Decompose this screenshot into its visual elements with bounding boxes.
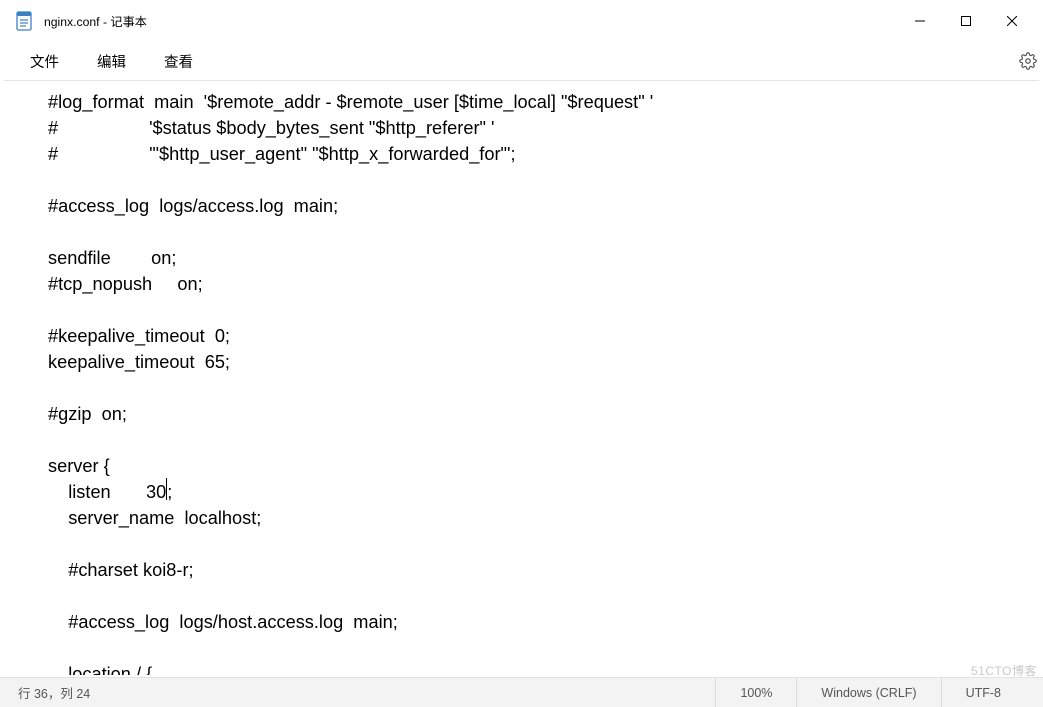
editor-line xyxy=(48,635,1039,661)
notepad-icon xyxy=(16,11,32,31)
editor-line: #access_log logs/access.log main; xyxy=(48,193,1039,219)
editor-line: # '"$http_user_agent" "$http_x_forwarded… xyxy=(48,141,1039,167)
gear-icon[interactable] xyxy=(1017,50,1039,72)
editor-line: #charset koi8-r; xyxy=(48,557,1039,583)
text-editor[interactable]: #log_format main '$remote_addr - $remote… xyxy=(0,81,1043,675)
editor-line: #gzip on; xyxy=(48,401,1039,427)
menu-view[interactable]: 查看 xyxy=(154,45,203,78)
editor-line: server { xyxy=(48,453,1039,479)
editor-line xyxy=(48,531,1039,557)
editor-line: #log_format main '$remote_addr - $remote… xyxy=(48,89,1039,115)
window-controls xyxy=(897,5,1035,37)
editor-line: #access_log logs/host.access.log main; xyxy=(48,609,1039,635)
editor-line: server_name localhost; xyxy=(48,505,1039,531)
editor-line xyxy=(48,583,1039,609)
editor-line xyxy=(48,375,1039,401)
title-bar: nginx.conf - 记事本 xyxy=(0,0,1043,42)
status-line-ending[interactable]: Windows (CRLF) xyxy=(796,678,940,707)
status-zoom[interactable]: 100% xyxy=(715,678,796,707)
editor-line xyxy=(48,427,1039,453)
editor-line: #tcp_nopush on; xyxy=(48,271,1039,297)
editor-line xyxy=(48,219,1039,245)
text-cursor xyxy=(166,478,167,500)
status-bar: 行 36，列 24 100% Windows (CRLF) UTF-8 xyxy=(0,677,1043,707)
minimize-button[interactable] xyxy=(897,5,943,37)
menu-file[interactable]: 文件 xyxy=(20,45,69,78)
status-encoding[interactable]: UTF-8 xyxy=(941,678,1025,707)
close-button[interactable] xyxy=(989,5,1035,37)
editor-line xyxy=(48,297,1039,323)
menu-bar: 文件 编辑 查看 xyxy=(0,42,1043,80)
editor-line: keepalive_timeout 65; xyxy=(48,349,1039,375)
status-position: 行 36，列 24 xyxy=(18,683,715,702)
window-title: nginx.conf - 记事本 xyxy=(44,12,897,30)
editor-line xyxy=(48,167,1039,193)
editor-line: sendfile on; xyxy=(48,245,1039,271)
editor-line: location / { xyxy=(48,661,1039,675)
editor-line: listen 30; xyxy=(48,479,1039,505)
editor-line: # '$status $body_bytes_sent "$http_refer… xyxy=(48,115,1039,141)
editor-line: #keepalive_timeout 0; xyxy=(48,323,1039,349)
menu-edit[interactable]: 编辑 xyxy=(87,45,136,78)
maximize-button[interactable] xyxy=(943,5,989,37)
